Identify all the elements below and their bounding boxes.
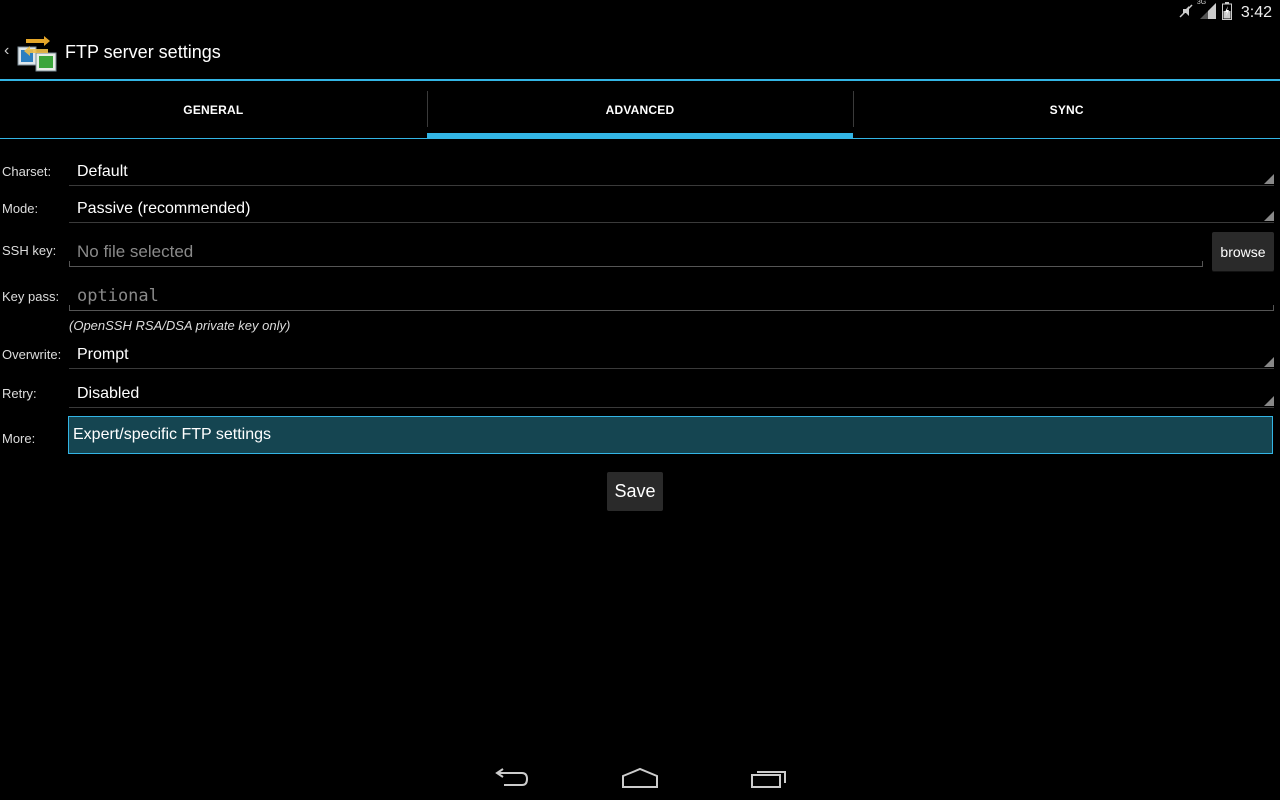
browse-button[interactable]: browse [1212,232,1274,271]
action-bar: ‹ FTP server settings [0,25,1280,81]
back-icon[interactable] [487,764,537,792]
battery-icon [1221,1,1232,25]
status-icons: 3G 3:42 [1178,0,1272,25]
tab-general[interactable]: GENERAL [0,81,427,138]
tab-advanced[interactable]: ADVANCED [426,81,854,139]
key-pass-hint: (OpenSSH RSA/DSA private key only) [69,318,291,333]
ssh-key-label: SSH key: [2,243,57,258]
tab-sync[interactable]: SYNC [853,81,1280,138]
page-title: FTP server settings [65,42,221,62]
home-icon[interactable] [615,764,665,792]
dropdown-arrow-icon [1264,357,1274,367]
charset-label: Charset: [2,164,52,179]
key-pass-input[interactable] [69,284,1274,308]
tab-bar: GENERAL ADVANCED SYNC [0,81,1280,139]
retry-value: Disabled [77,385,140,402]
retry-spinner[interactable]: Disabled [69,385,1274,408]
charset-value: Default [77,163,128,180]
key-pass-field[interactable] [69,284,1274,311]
dropdown-arrow-icon [1264,174,1274,184]
overwrite-value: Prompt [77,346,129,363]
dropdown-arrow-icon [1264,396,1274,406]
signal-icon: 3G [1196,0,1217,25]
overwrite-spinner[interactable]: Prompt [69,346,1274,369]
status-time: 3:42 [1240,4,1272,21]
retry-label: Retry: [2,386,37,401]
expert-settings-button[interactable]: Expert/specific FTP settings [68,416,1273,454]
navigation-bar [0,752,1280,800]
dropdown-arrow-icon [1264,211,1274,221]
up-caret-icon[interactable]: ‹ [4,42,9,60]
save-button[interactable]: Save [607,472,663,511]
overwrite-label: Overwrite: [2,347,62,362]
network-type-label: 3G [1196,0,1207,6]
ssh-key-input[interactable] [69,240,1203,264]
mute-icon [1178,3,1194,24]
charset-spinner[interactable]: Default [69,163,1274,186]
more-label: More: [2,431,36,446]
mode-value: Passive (recommended) [77,200,251,217]
recent-apps-icon[interactable] [744,764,794,792]
mode-spinner[interactable]: Passive (recommended) [69,200,1274,223]
status-bar: 3G 3:42 [0,0,1280,25]
ftp-app-icon[interactable] [14,33,60,73]
key-pass-label: Key pass: [2,289,60,304]
mode-label: Mode: [2,201,39,216]
ssh-key-field[interactable] [69,240,1203,267]
